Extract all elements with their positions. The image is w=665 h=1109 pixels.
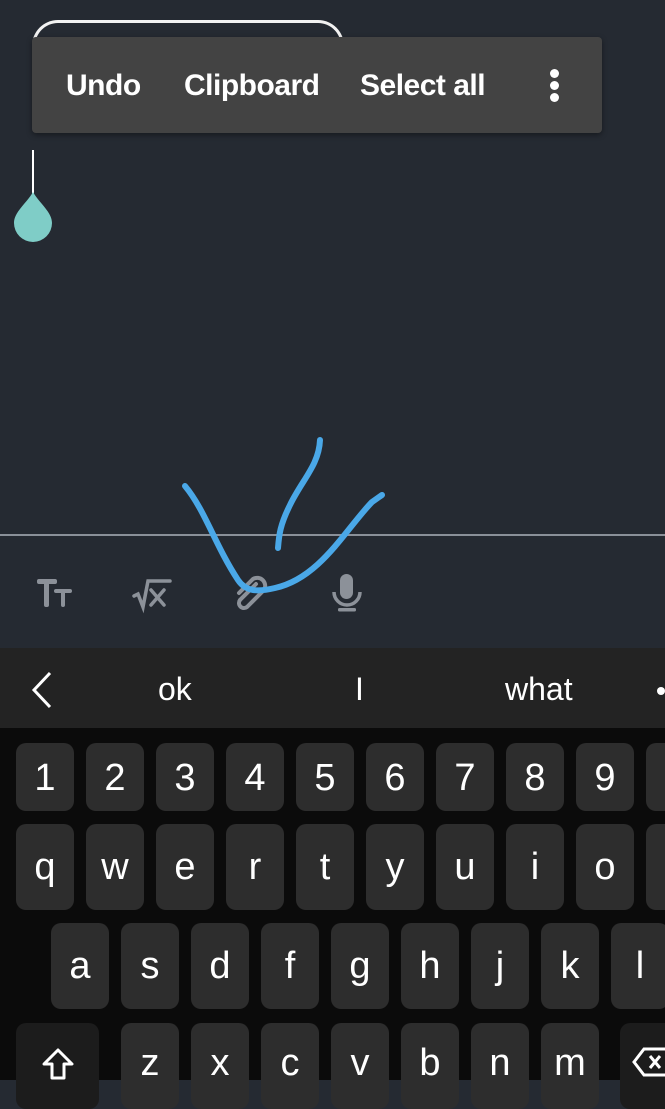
chevron-left-icon[interactable] (28, 670, 58, 710)
backspace-icon[interactable] (620, 1023, 665, 1109)
cursor-handle[interactable] (12, 190, 54, 249)
key-j[interactable]: j (471, 923, 529, 1009)
key-e[interactable]: e (156, 824, 214, 910)
key-q[interactable]: q (16, 824, 74, 910)
key-u[interactable]: u (436, 824, 494, 910)
more-vertical-icon[interactable] (544, 67, 564, 103)
key-z[interactable]: z (121, 1023, 179, 1109)
key-f[interactable]: f (261, 923, 319, 1009)
key-8[interactable]: 8 (506, 743, 564, 811)
key-6[interactable]: 6 (366, 743, 424, 811)
key-a[interactable]: a (51, 923, 109, 1009)
key-d[interactable]: d (191, 923, 249, 1009)
key-x[interactable]: x (191, 1023, 249, 1109)
key-t[interactable]: t (296, 824, 354, 910)
key-0[interactable] (646, 743, 665, 811)
undo-button[interactable]: Undo (66, 37, 141, 133)
attachment-icon[interactable] (230, 572, 272, 614)
key-o[interactable]: o (576, 824, 634, 910)
key-3[interactable]: 3 (156, 743, 214, 811)
key-g[interactable]: g (331, 923, 389, 1009)
suggestion-word[interactable]: what (505, 648, 573, 728)
key-y[interactable]: y (366, 824, 424, 910)
key-4[interactable]: 4 (226, 743, 284, 811)
key-m[interactable]: m (541, 1023, 599, 1109)
keyboard: 123456789 qwertyuio asdfghjkl zxcvbnm (0, 728, 665, 1109)
key-s[interactable]: s (121, 923, 179, 1009)
suggestion-word[interactable]: ok (158, 648, 192, 728)
key-c[interactable]: c (261, 1023, 319, 1109)
more-icon[interactable] (657, 687, 665, 695)
key-r[interactable]: r (226, 824, 284, 910)
key-7[interactable]: 7 (436, 743, 494, 811)
key-n[interactable]: n (471, 1023, 529, 1109)
toolbar-divider (0, 534, 665, 536)
key-k[interactable]: k (541, 923, 599, 1009)
key-5[interactable]: 5 (296, 743, 354, 811)
text-context-menu: Undo Clipboard Select all (32, 37, 602, 133)
note-editor[interactable]: Undo Clipboard Select all (0, 0, 665, 648)
math-formula-icon[interactable] (132, 572, 174, 614)
key-p[interactable] (646, 824, 665, 910)
text-size-icon[interactable] (34, 572, 76, 614)
select-all-button[interactable]: Select all (360, 37, 486, 133)
key-i[interactable]: i (506, 824, 564, 910)
key-l[interactable]: l (611, 923, 665, 1009)
key-b[interactable]: b (401, 1023, 459, 1109)
key-1[interactable]: 1 (16, 743, 74, 811)
key-w[interactable]: w (86, 824, 144, 910)
suggestion-bar: ok I what (0, 648, 665, 728)
key-v[interactable]: v (331, 1023, 389, 1109)
clipboard-button[interactable]: Clipboard (184, 37, 320, 133)
key-h[interactable]: h (401, 923, 459, 1009)
key-9[interactable]: 9 (576, 743, 634, 811)
shift-icon[interactable] (16, 1023, 99, 1109)
suggestion-word[interactable]: I (355, 648, 364, 728)
microphone-icon[interactable] (326, 572, 368, 614)
key-2[interactable]: 2 (86, 743, 144, 811)
